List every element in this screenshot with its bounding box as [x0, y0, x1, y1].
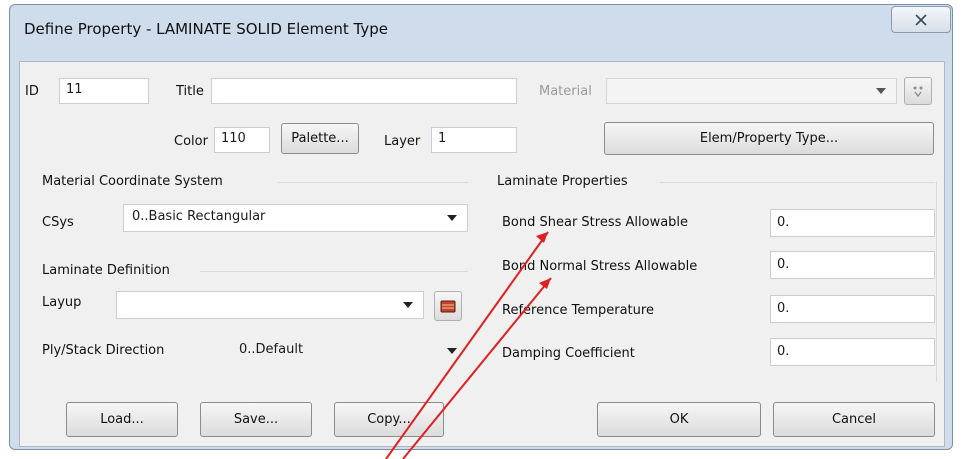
- csys-select-value: 0..Basic Rectangular: [132, 209, 266, 224]
- load-button[interactable]: Load...: [66, 402, 178, 437]
- bond-normal-stress-label: Bond Normal Stress Allowable: [502, 259, 698, 274]
- bond-shear-stress-label: Bond Shear Stress Allowable: [502, 215, 689, 230]
- window-title: Define Property - LAMINATE SOLID Element…: [24, 20, 388, 38]
- material-select[interactable]: [606, 78, 897, 104]
- material-coordinate-system-heading: Material Coordinate System: [42, 174, 223, 189]
- ply-stack-direction-label: Ply/Stack Direction: [42, 343, 165, 358]
- material-pick-button[interactable]: [904, 77, 932, 105]
- save-button[interactable]: Save...: [200, 402, 312, 437]
- csys-select[interactable]: 0..Basic Rectangular: [123, 204, 468, 232]
- chevron-down-icon: [447, 348, 457, 354]
- reference-temperature-label: Reference Temperature: [502, 303, 654, 318]
- color-field[interactable]: 110: [214, 127, 270, 153]
- reference-temperature-field[interactable]: 0.: [770, 295, 935, 323]
- csys-label: CSys: [42, 215, 74, 230]
- layup-icon: [440, 300, 456, 313]
- color-label: Color: [174, 134, 208, 149]
- group-divider: [660, 182, 935, 183]
- bond-shear-stress-field[interactable]: 0.: [770, 209, 935, 237]
- material-label: Material: [539, 84, 592, 99]
- group-divider: [936, 182, 937, 382]
- chevron-down-icon: [403, 302, 413, 308]
- close-button[interactable]: [891, 6, 951, 33]
- layer-field[interactable]: 1: [431, 127, 517, 153]
- layup-select[interactable]: [116, 291, 424, 319]
- group-divider: [200, 271, 468, 272]
- damping-coefficient-field[interactable]: 0.: [770, 338, 935, 366]
- group-divider: [278, 182, 468, 183]
- cancel-button[interactable]: Cancel: [773, 402, 935, 437]
- id-field[interactable]: 11: [59, 78, 149, 104]
- chevron-down-icon: [447, 215, 457, 221]
- ply-stack-direction-value: 0..Default: [239, 342, 304, 357]
- close-icon: [915, 13, 927, 26]
- bond-normal-stress-field[interactable]: 0.: [770, 251, 935, 279]
- ok-button[interactable]: OK: [597, 402, 761, 437]
- layup-editor-button[interactable]: [434, 291, 462, 321]
- pick-icon: [913, 86, 923, 98]
- title-label: Title: [176, 84, 204, 99]
- layer-label: Layer: [384, 134, 421, 149]
- laminate-definition-heading: Laminate Definition: [42, 263, 170, 278]
- chevron-down-icon: [876, 88, 886, 94]
- title-field[interactable]: [211, 78, 517, 104]
- ply-stack-direction-select[interactable]: 0..Default: [230, 337, 468, 365]
- elem-property-type-button[interactable]: Elem/Property Type...: [604, 122, 934, 155]
- copy-button[interactable]: Copy...: [334, 402, 444, 437]
- layup-label: Layup: [42, 295, 82, 310]
- id-label: ID: [25, 84, 39, 99]
- damping-coefficient-label: Damping Coefficient: [502, 346, 635, 361]
- laminate-properties-heading: Laminate Properties: [497, 174, 628, 189]
- palette-button[interactable]: Palette...: [281, 123, 359, 154]
